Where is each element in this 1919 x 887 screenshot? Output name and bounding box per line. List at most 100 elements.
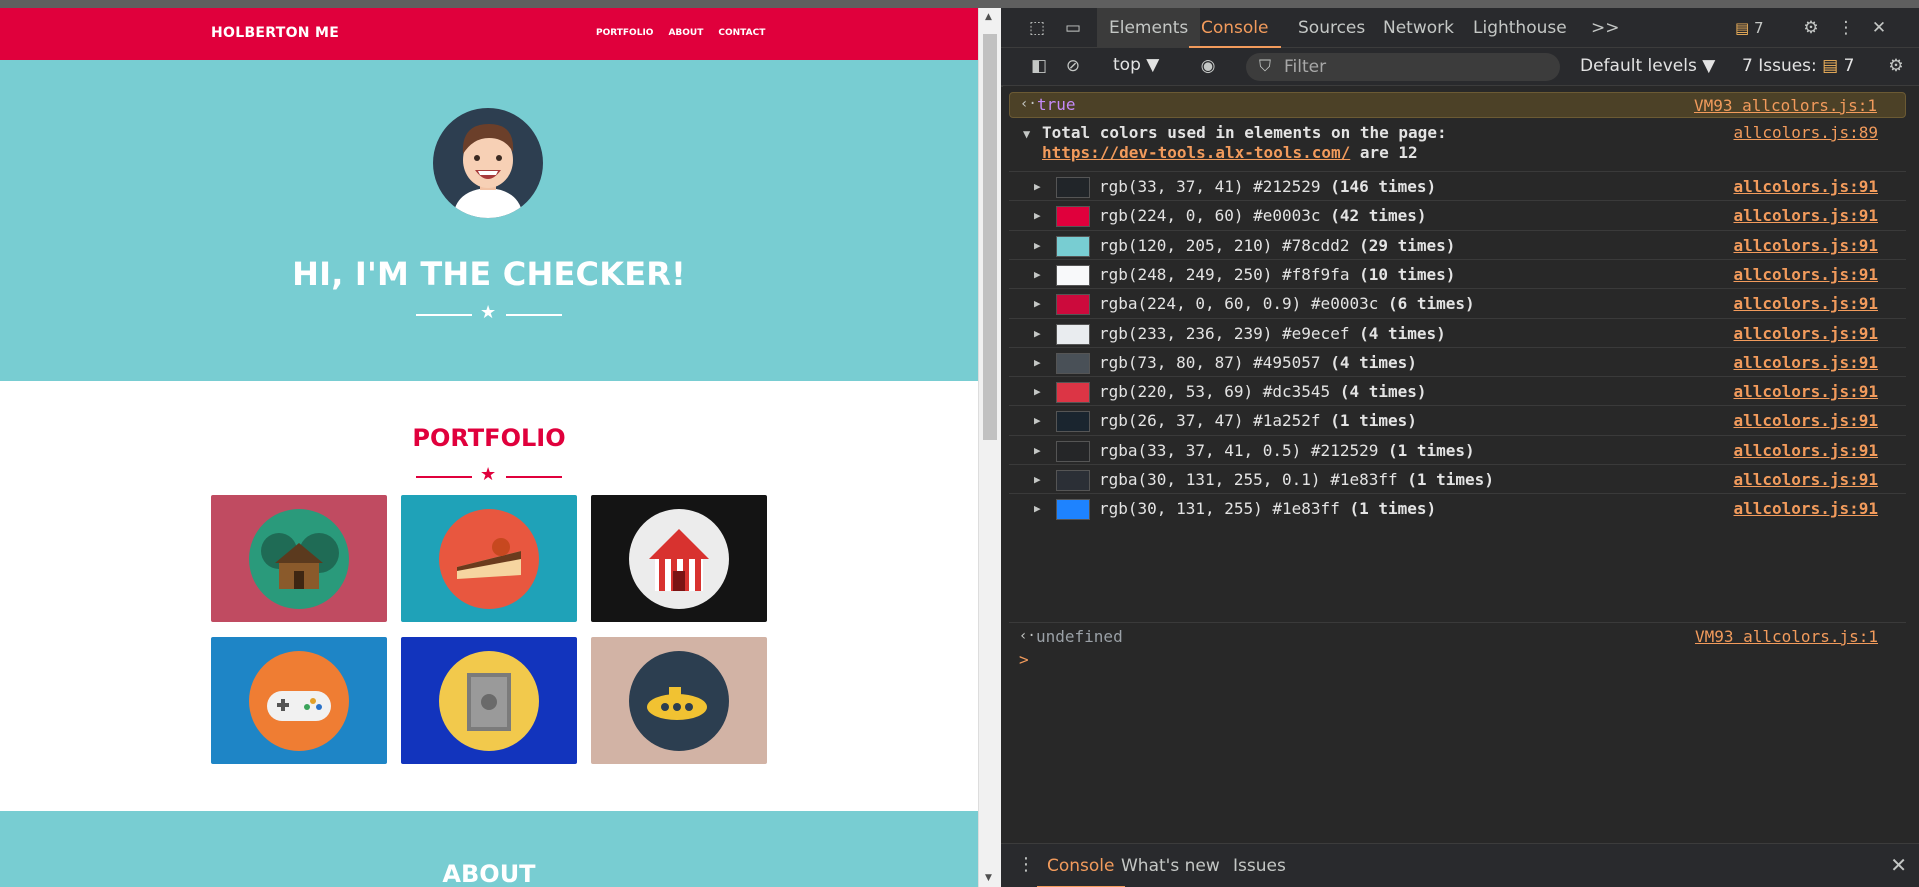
portfolio-item-cake[interactable]: [401, 495, 577, 622]
cabin-icon: [249, 509, 349, 609]
page-scrollbar[interactable]: ▲ ▼: [978, 8, 1001, 887]
device-toolbar-icon[interactable]: ▭: [1063, 18, 1083, 38]
page-viewport[interactable]: HOLBERTON ME PORTFOLIO ABOUT CONTACT HI,…: [0, 8, 978, 887]
collapsed-triangle-icon[interactable]: ▶: [1034, 180, 1041, 193]
drawer-tab-whats-new[interactable]: What's new: [1121, 856, 1220, 876]
console-filter-input[interactable]: ⛉ Filter: [1246, 53, 1560, 81]
scrollbar-thumb[interactable]: [983, 34, 997, 440]
hero-title: HI, I'M THE CHECKER!: [292, 255, 686, 293]
scroll-up-icon[interactable]: ▲: [985, 12, 992, 22]
source-link[interactable]: allcolors.js:91: [1734, 236, 1879, 255]
collapsed-triangle-icon[interactable]: ▶: [1034, 239, 1041, 252]
console-prompt[interactable]: >: [1019, 650, 1029, 669]
console-color-row[interactable]: ▶ rgba(30, 131, 255, 0.1) #1e83ff (1 time…: [1009, 464, 1906, 494]
console-color-row[interactable]: ▶ rgb(220, 53, 69) #dc3545 (4 times) allco…: [1009, 376, 1906, 406]
source-link[interactable]: allcolors.js:91: [1734, 353, 1879, 372]
console-color-row[interactable]: ▶ rgb(248, 249, 250) #f8f9fa (10 times) al…: [1009, 258, 1906, 289]
collapsed-triangle-icon[interactable]: ▶: [1034, 209, 1041, 222]
devtools-drawer: ⋮ Console What's new Issues ✕: [1001, 843, 1919, 887]
portfolio-item-game[interactable]: [211, 637, 387, 764]
close-devtools-icon[interactable]: ✕: [1869, 18, 1889, 38]
source-link[interactable]: allcolors.js:91: [1734, 499, 1879, 518]
source-link[interactable]: allcolors.js:91: [1734, 411, 1879, 430]
source-link[interactable]: allcolors.js:91: [1734, 206, 1879, 225]
tab-network[interactable]: Network: [1371, 8, 1466, 48]
source-link[interactable]: allcolors.js:91: [1734, 470, 1879, 489]
source-link[interactable]: allcolors.js:91: [1734, 294, 1879, 313]
log-levels-dropdown[interactable]: Default levels ▼: [1580, 56, 1715, 76]
console-color-row[interactable]: ▶ rgb(73, 80, 87) #495057 (4 times) allcol…: [1009, 346, 1906, 377]
collapsed-triangle-icon[interactable]: ▶: [1034, 297, 1041, 310]
page-url-link[interactable]: https://dev-tools.alx-tools.com/: [1042, 143, 1350, 162]
portfolio-divider: ★: [416, 466, 562, 484]
source-link[interactable]: allcolors.js:91: [1734, 382, 1879, 401]
expanded-triangle-icon[interactable]: ▼: [1023, 127, 1030, 141]
tab-elements[interactable]: Elements: [1097, 8, 1201, 48]
console-color-row[interactable]: ▶ rgb(26, 37, 47) #1a252f (1 times) allcol…: [1009, 405, 1906, 435]
safe-icon: [439, 651, 539, 751]
inspect-element-icon[interactable]: ⬚: [1027, 18, 1047, 38]
color-swatch: [1056, 264, 1090, 286]
source-link[interactable]: allcolors.js:91: [1734, 177, 1879, 196]
console-color-row[interactable]: ▶ rgba(33, 37, 41, 0.5) #212529 (1 times)…: [1009, 434, 1906, 465]
collapsed-triangle-icon[interactable]: ▶: [1034, 268, 1041, 281]
tab-sources[interactable]: Sources: [1286, 8, 1377, 48]
console-color-row[interactable]: ▶ rgb(30, 131, 255) #1e83ff (1 times) allc…: [1009, 493, 1906, 523]
collapsed-triangle-icon[interactable]: ▶: [1034, 444, 1041, 457]
collapsed-triangle-icon[interactable]: ▶: [1034, 385, 1041, 398]
portfolio-item-circus[interactable]: [591, 495, 767, 622]
color-swatch: [1056, 411, 1090, 433]
cake-icon: [439, 509, 539, 609]
sidebar-toggle-icon[interactable]: ◧: [1029, 56, 1049, 76]
color-swatch: [1056, 499, 1090, 521]
drawer-menu-icon[interactable]: ⋮: [1017, 854, 1035, 875]
drawer-tab-console[interactable]: Console: [1037, 856, 1124, 887]
console-output[interactable]: ‹· true VM93 allcolors.js:1 ▼ Total colo…: [1001, 87, 1919, 843]
console-color-row[interactable]: ▶ rgba(224, 0, 60, 0.9) #e0003c (6 times)…: [1009, 288, 1906, 318]
console-color-row[interactable]: ▶ rgb(33, 37, 41) #212529 (146 times) allc…: [1009, 171, 1906, 201]
live-expression-eye-icon[interactable]: ◉: [1198, 56, 1218, 76]
clear-console-icon[interactable]: ⊘: [1063, 56, 1083, 76]
message-icon: ▤: [1822, 56, 1839, 76]
tab-console[interactable]: Console: [1189, 8, 1281, 48]
console-color-row[interactable]: ▶ rgb(233, 236, 239) #e9ecef (4 times) all…: [1009, 317, 1906, 348]
source-link[interactable]: VM93 allcolors.js:1: [1695, 627, 1878, 646]
source-link[interactable]: VM93 allcolors.js:1: [1694, 96, 1877, 115]
collapsed-triangle-icon[interactable]: ▶: [1034, 414, 1041, 427]
hero-section: HI, I'M THE CHECKER! ★: [0, 60, 978, 381]
nav-link-about[interactable]: ABOUT: [668, 28, 703, 38]
nav-link-portfolio[interactable]: PORTFOLIO: [596, 28, 653, 38]
devtools-tabbar: ⬚ ▭ Elements Console Sources Network Lig…: [1001, 8, 1919, 48]
console-group-header[interactable]: ▼ Total colors used in elements on the p…: [1009, 123, 1906, 166]
game-controller-icon: [249, 651, 349, 751]
collapsed-triangle-icon[interactable]: ▶: [1034, 327, 1041, 340]
collapsed-triangle-icon[interactable]: ▶: [1034, 473, 1041, 486]
portfolio-item-cabin[interactable]: [211, 495, 387, 622]
console-color-row[interactable]: ▶ rgb(120, 205, 210) #78cdd2 (29 times) al…: [1009, 229, 1906, 260]
tab-lighthouse[interactable]: Lighthouse: [1461, 8, 1579, 48]
return-arrow-icon: ‹·: [1020, 96, 1037, 112]
issues-counter[interactable]: 7 Issues: ▤ 7: [1742, 56, 1854, 76]
portfolio-item-safe[interactable]: [401, 637, 577, 764]
issues-badge[interactable]: ▤ 7: [1735, 19, 1764, 37]
console-color-row[interactable]: ▶ rgb(224, 0, 60) #e0003c (42 times) allco…: [1009, 200, 1906, 230]
scroll-down-icon[interactable]: ▼: [985, 873, 992, 883]
devtools-panel: ⬚ ▭ Elements Console Sources Network Lig…: [1001, 8, 1919, 887]
source-link[interactable]: allcolors.js:91: [1734, 324, 1879, 343]
context-selector[interactable]: top ▼: [1113, 55, 1159, 75]
kebab-menu-icon[interactable]: ⋮: [1836, 18, 1856, 38]
source-link[interactable]: allcolors.js:91: [1734, 441, 1879, 460]
source-link[interactable]: allcolors.js:89: [1734, 123, 1879, 142]
close-drawer-icon[interactable]: ✕: [1890, 853, 1907, 877]
more-tabs-icon[interactable]: >>: [1579, 8, 1632, 48]
console-settings-gear-icon[interactable]: ⚙: [1886, 56, 1906, 76]
nav-link-contact[interactable]: CONTACT: [718, 28, 765, 38]
collapsed-triangle-icon[interactable]: ▶: [1034, 502, 1041, 515]
portfolio-item-submarine[interactable]: [591, 637, 767, 764]
drawer-tab-issues[interactable]: Issues: [1233, 856, 1286, 876]
settings-gear-icon[interactable]: ⚙: [1801, 18, 1821, 38]
site-brand[interactable]: HOLBERTON ME: [211, 25, 339, 41]
color-swatch: [1056, 352, 1090, 374]
source-link[interactable]: allcolors.js:91: [1734, 265, 1879, 284]
collapsed-triangle-icon[interactable]: ▶: [1034, 356, 1041, 369]
